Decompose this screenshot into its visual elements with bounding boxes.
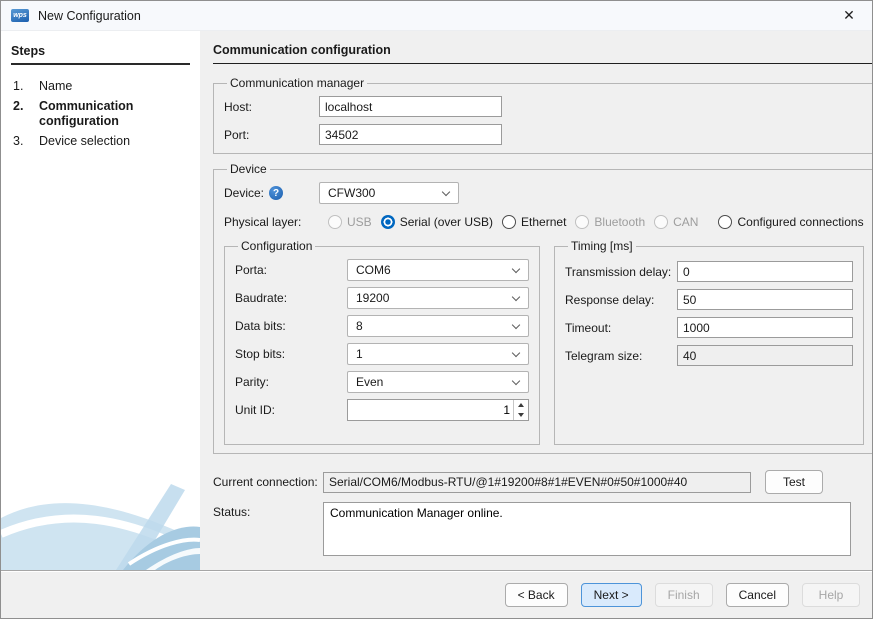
porta-select-value: COM6 <box>356 263 391 277</box>
status-label: Status: <box>213 502 323 519</box>
data-bits-select-value: 8 <box>356 319 363 333</box>
window-title: New Configuration <box>38 9 141 23</box>
transmission-delay-input[interactable] <box>677 261 853 282</box>
step-item-name: 1. Name <box>1 77 200 97</box>
step-number: 2. <box>13 99 39 130</box>
chevron-down-icon <box>512 377 520 385</box>
current-connection-field <box>323 472 751 493</box>
telegram-size-label: Telegram size: <box>565 349 677 363</box>
radio-button-icon <box>328 215 342 229</box>
data-bits-label: Data bits: <box>235 319 347 333</box>
parity-select[interactable]: Even <box>347 371 529 393</box>
steps-list: 1. Name 2. Communication configuration 3… <box>1 77 200 152</box>
radio-button-icon <box>654 215 668 229</box>
device-label: Device: <box>224 186 264 200</box>
help-icon[interactable]: ? <box>269 186 283 200</box>
finish-button: Finish <box>655 583 713 607</box>
current-connection-label: Current connection: <box>213 475 323 489</box>
baudrate-select-value: 19200 <box>356 291 389 305</box>
radio-button-icon <box>502 215 516 229</box>
response-delay-label: Response delay: <box>565 293 677 307</box>
timing-group: Timing [ms] Transmission delay: Response… <box>554 239 864 445</box>
transmission-delay-label: Transmission delay: <box>565 265 677 279</box>
device-select-value: CFW300 <box>328 186 375 200</box>
chevron-down-icon <box>442 188 450 196</box>
radio-serial-over-usb[interactable]: Serial (over USB) <box>381 215 493 229</box>
parity-select-value: Even <box>356 375 383 389</box>
timeout-input[interactable] <box>677 317 853 338</box>
steps-heading: Steps <box>11 44 190 65</box>
unit-id-stepper[interactable] <box>347 399 529 421</box>
help-button: Help <box>802 583 860 607</box>
physical-layer-label: Physical layer: <box>224 215 319 229</box>
response-delay-input[interactable] <box>677 289 853 310</box>
step-number: 3. <box>13 134 39 150</box>
new-configuration-dialog: wps New Configuration ✕ Steps 1. Name 2.… <box>0 0 873 619</box>
timeout-label: Timeout: <box>565 321 677 335</box>
baudrate-select[interactable]: 19200 <box>347 287 529 309</box>
step-item-device-selection: 3. Device selection <box>1 132 200 152</box>
spin-up-icon[interactable] <box>514 400 528 410</box>
chevron-down-icon <box>512 293 520 301</box>
step-label: Device selection <box>39 134 130 150</box>
communication-configuration-panel: Communication configuration Communicatio… <box>200 31 873 570</box>
radio-configured-connections[interactable]: Configured connections <box>718 215 863 229</box>
step-label: Name <box>39 79 72 95</box>
wizard-button-bar: < Back Next > Finish Cancel Help <box>1 570 872 618</box>
baudrate-label: Baudrate: <box>235 291 347 305</box>
communication-manager-group: Communication manager Host: Port: <box>213 76 873 154</box>
configuration-legend: Configuration <box>238 239 315 253</box>
step-label: Communication configuration <box>39 99 192 130</box>
parity-label: Parity: <box>235 375 347 389</box>
step-number: 1. <box>13 79 39 95</box>
radio-ethernet[interactable]: Ethernet <box>502 215 566 229</box>
telegram-size-input <box>677 345 853 366</box>
next-button[interactable]: Next > <box>581 583 642 607</box>
radio-can: CAN <box>654 215 698 229</box>
test-button[interactable]: Test <box>765 470 823 494</box>
port-input[interactable] <box>319 124 502 145</box>
app-icon: wps <box>11 9 29 22</box>
status-textarea[interactable]: Communication Manager online. <box>323 502 851 556</box>
configuration-group: Configuration Porta: COM6 Baudrate: 192 <box>224 239 540 445</box>
device-select[interactable]: CFW300 <box>319 182 459 204</box>
host-label: Host: <box>224 100 319 114</box>
chevron-down-icon <box>512 349 520 357</box>
radio-button-icon <box>575 215 589 229</box>
communication-manager-legend: Communication manager <box>227 76 367 90</box>
close-icon[interactable]: ✕ <box>826 1 872 30</box>
back-button[interactable]: < Back <box>505 583 568 607</box>
stop-bits-select-value: 1 <box>356 347 363 361</box>
host-input[interactable] <box>319 96 502 117</box>
data-bits-select[interactable]: 8 <box>347 315 529 337</box>
steps-sidebar: Steps 1. Name 2. Communication configura… <box>1 31 200 570</box>
decorative-swoosh <box>1 474 200 570</box>
timing-legend: Timing [ms] <box>568 239 636 253</box>
step-item-communication-configuration: 2. Communication configuration <box>1 97 200 132</box>
chevron-down-icon <box>512 265 520 273</box>
radio-bluetooth: Bluetooth <box>575 215 645 229</box>
chevron-down-icon <box>512 321 520 329</box>
porta-select[interactable]: COM6 <box>347 259 529 281</box>
device-legend: Device <box>227 162 270 176</box>
port-label: Port: <box>224 128 319 142</box>
unit-id-input[interactable] <box>348 400 513 420</box>
radio-usb: USB <box>328 215 372 229</box>
radio-button-selected-icon <box>381 215 395 229</box>
stop-bits-label: Stop bits: <box>235 347 347 361</box>
title-bar: wps New Configuration ✕ <box>1 1 872 31</box>
stop-bits-select[interactable]: 1 <box>347 343 529 365</box>
page-title: Communication configuration <box>213 39 873 64</box>
porta-label: Porta: <box>235 263 347 277</box>
unit-id-label: Unit ID: <box>235 403 347 417</box>
device-group: Device Device: ? CFW300 Physical layer: <box>213 162 873 454</box>
cancel-button[interactable]: Cancel <box>726 583 789 607</box>
spin-down-icon[interactable] <box>514 410 528 420</box>
radio-button-icon <box>718 215 732 229</box>
